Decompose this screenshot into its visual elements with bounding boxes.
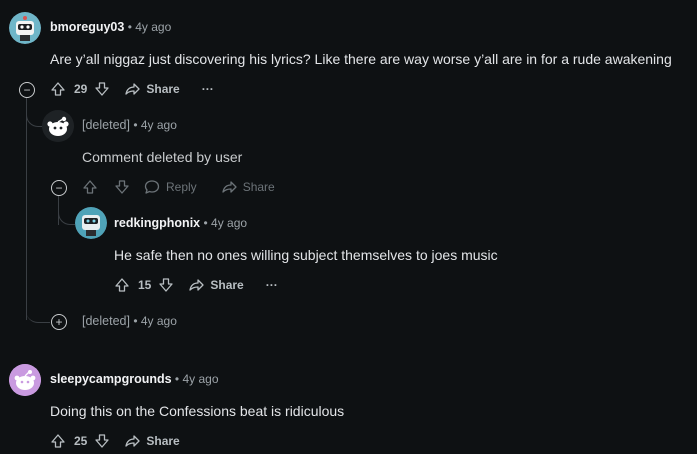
thread-connector-deleted-2: [26, 260, 50, 323]
thread-connector-deleted: [26, 98, 43, 127]
thread-connector-reply: [58, 196, 75, 225]
snoo-icon: [42, 110, 74, 142]
avatar[interactable]: [9, 364, 41, 396]
author-deleted: [deleted]: [82, 118, 130, 132]
share-icon: [125, 435, 141, 447]
separator-dot: •: [127, 20, 132, 34]
timestamp[interactable]: 4y ago: [211, 216, 247, 230]
share-icon: [222, 181, 237, 193]
comment-meta: [deleted] • 4y ago: [82, 118, 177, 132]
share-label: Share: [242, 180, 275, 194]
share-button[interactable]: Share: [124, 81, 180, 97]
collapse-button[interactable]: −: [19, 82, 35, 98]
downvote-button[interactable]: [158, 277, 174, 293]
collapse-icon: −: [23, 83, 31, 97]
comment-meta: redkingphonix • 4y ago: [114, 216, 247, 230]
downvote-icon: [95, 82, 110, 96]
comment-meta: sleepycampgrounds • 4y ago: [50, 372, 219, 386]
collapse-button[interactable]: −: [51, 180, 67, 196]
collapse-icon: −: [55, 181, 63, 195]
avatar[interactable]: [75, 207, 107, 239]
upvote-icon: [115, 278, 129, 292]
vote-score: 25: [74, 434, 88, 448]
timestamp[interactable]: 4y ago: [135, 20, 171, 34]
downvote-icon: [115, 180, 129, 194]
author-link[interactable]: bmoreguy03: [50, 20, 124, 34]
comment-meta: bmoreguy03 • 4y ago: [50, 20, 171, 34]
robot-avatar-icon: [9, 12, 41, 44]
expand-button[interactable]: +: [51, 314, 67, 330]
comment-actions: 15 Share ···: [114, 277, 278, 293]
comment-actions: 29 Share ···: [50, 81, 214, 97]
share-label: Share: [210, 278, 244, 292]
comment-body: Are y’all niggaz just discovering his ly…: [50, 51, 672, 67]
timestamp[interactable]: 4y ago: [141, 314, 177, 328]
more-icon: ···: [265, 278, 278, 292]
share-button[interactable]: Share: [124, 433, 180, 449]
comment-meta: [deleted] • 4y ago: [82, 314, 177, 328]
upvote-button[interactable]: [50, 81, 66, 97]
downvote-icon: [95, 434, 110, 448]
more-options-button[interactable]: ···: [202, 82, 214, 96]
comment-body: He safe then no ones willing subject the…: [114, 247, 498, 263]
share-button[interactable]: Share: [221, 179, 275, 195]
share-label: Share: [146, 434, 180, 448]
reply-label: Reply: [166, 180, 197, 194]
timestamp[interactable]: 4y ago: [182, 372, 218, 386]
upvote-icon: [51, 434, 65, 448]
avatar[interactable]: [9, 12, 41, 44]
separator-dot: •: [133, 118, 138, 132]
downvote-button[interactable]: [94, 81, 110, 97]
more-options-button[interactable]: ···: [266, 278, 278, 292]
separator-dot: •: [174, 372, 180, 386]
comment-body: Doing this on the Confessions beat is ri…: [50, 403, 345, 419]
author-link[interactable]: redkingphonix: [114, 216, 200, 230]
upvote-button[interactable]: [82, 179, 98, 195]
reply-button[interactable]: Reply: [144, 179, 197, 195]
robot-avatar-icon: [75, 207, 107, 239]
snoo-avatar-icon: [9, 364, 41, 396]
more-icon: ···: [201, 82, 214, 96]
upvote-icon: [83, 180, 97, 194]
author-link[interactable]: sleepycampgrounds: [50, 372, 172, 386]
downvote-button[interactable]: [114, 179, 130, 195]
share-icon: [125, 83, 141, 95]
separator-dot: •: [133, 314, 138, 328]
timestamp[interactable]: 4y ago: [141, 118, 177, 132]
comment-actions: Reply Share: [82, 179, 275, 195]
share-button[interactable]: Share: [188, 277, 244, 293]
author-deleted: [deleted]: [82, 314, 130, 328]
upvote-button[interactable]: [114, 277, 130, 293]
vote-score: 15: [138, 278, 152, 292]
share-icon: [189, 279, 205, 291]
downvote-icon: [159, 278, 174, 292]
reply-icon: [144, 180, 160, 194]
avatar: [42, 110, 74, 142]
vote-score: 29: [74, 82, 88, 96]
upvote-button[interactable]: [50, 433, 66, 449]
separator-dot: •: [203, 216, 208, 230]
upvote-icon: [51, 82, 65, 96]
comment-body: Comment deleted by user: [82, 149, 243, 165]
comment-actions: 25 Share: [50, 433, 180, 449]
downvote-button[interactable]: [94, 433, 110, 449]
expand-icon: +: [55, 315, 63, 329]
share-label: Share: [146, 82, 180, 96]
